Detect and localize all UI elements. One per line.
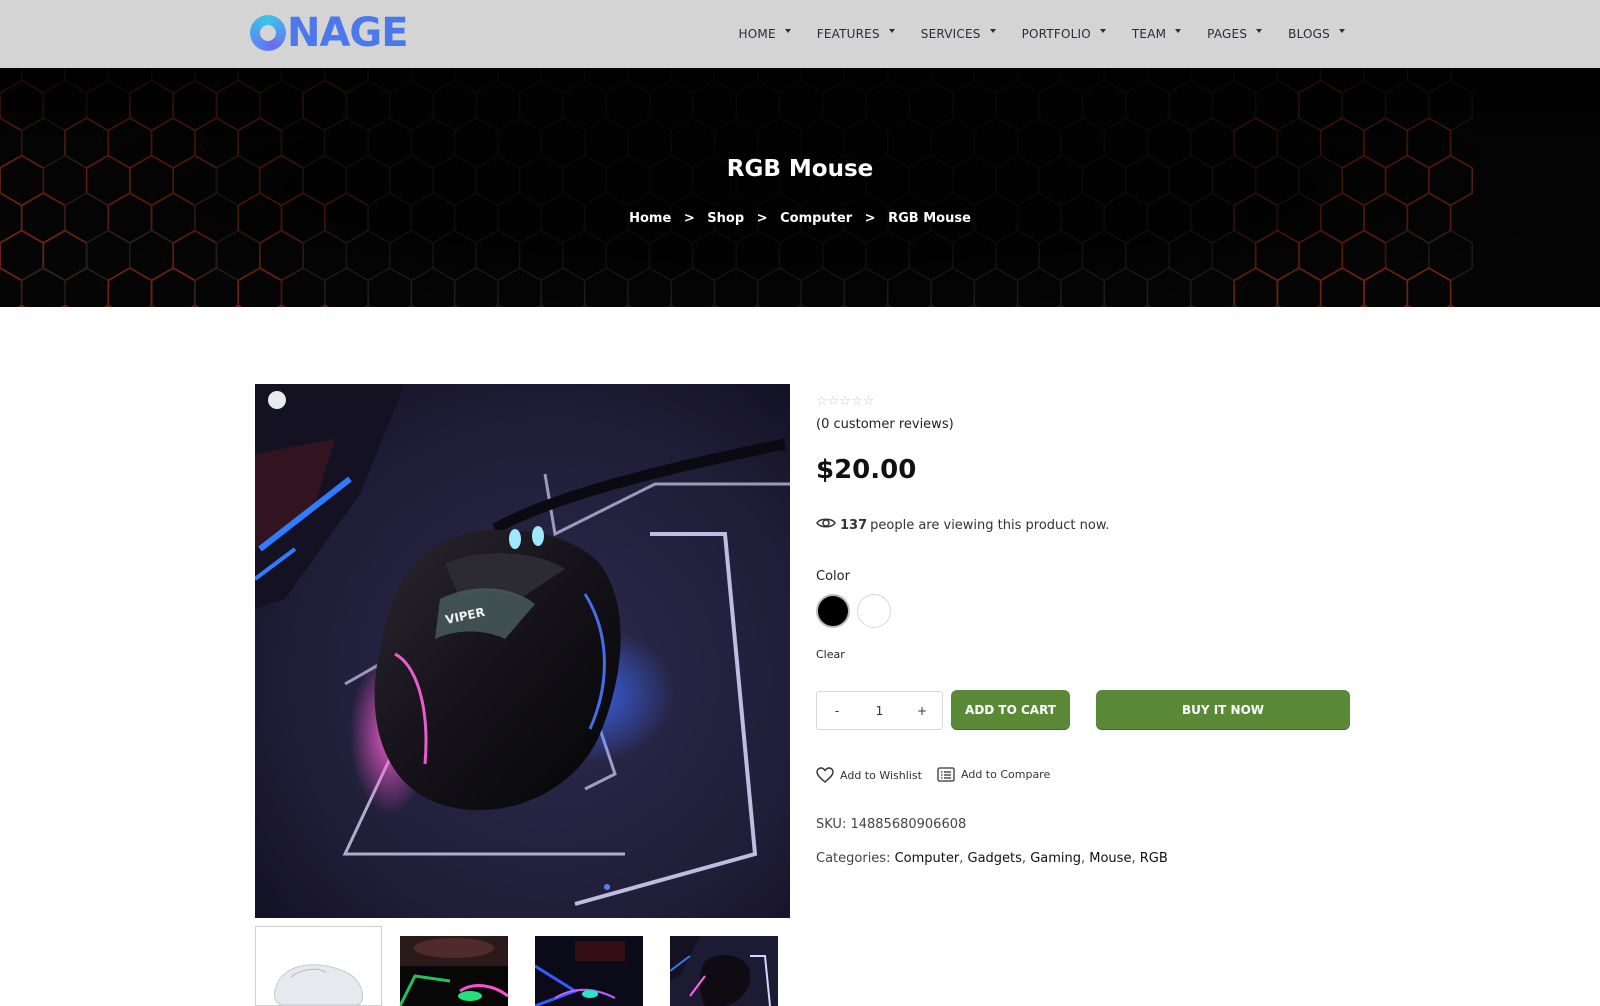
breadcrumb-current: RGB Mouse (888, 211, 971, 226)
page-title: RGB Mouse (0, 156, 1600, 182)
nav-item-portfolio[interactable]: PORTFOLIO (1022, 27, 1106, 41)
nav-item-team[interactable]: TEAM (1132, 27, 1181, 41)
product-categories: Categories: Computer, Gadgets, Gaming, M… (816, 851, 1168, 866)
nav-item-label: TEAM (1132, 27, 1166, 41)
breadcrumb-separator: > (757, 211, 768, 226)
quantity-decrease-button[interactable]: - (817, 704, 857, 718)
quantity-stepper: - 1 + (816, 691, 943, 730)
product-main-image[interactable]: VIPER (255, 384, 790, 918)
nav-item-pages[interactable]: PAGES (1207, 27, 1262, 41)
nav-item-label: PORTFOLIO (1022, 27, 1091, 41)
color-swatch-black[interactable] (816, 594, 850, 628)
breadcrumb-computer[interactable]: Computer (780, 211, 852, 226)
color-label: Color (816, 569, 850, 584)
caret-down-icon (1339, 29, 1345, 33)
rgb-desk-thumb (535, 936, 643, 1006)
viewing-notice: 137 people are viewing this product now. (816, 516, 1109, 534)
white-mouse-thumb (256, 927, 381, 1005)
product-sku: SKU: 14885680906608 (816, 817, 966, 832)
compare-list-icon (937, 767, 955, 782)
add-to-cart-button[interactable]: ADD TO CART (951, 690, 1070, 729)
category-link-gaming[interactable]: Gaming (1030, 851, 1081, 866)
logo-ring-icon (250, 15, 286, 51)
nav-item-label: BLOGS (1288, 27, 1330, 41)
caret-down-icon (1256, 29, 1262, 33)
sku-label: SKU: (816, 817, 846, 832)
heart-icon (816, 767, 834, 783)
product-price: $20.00 (816, 455, 916, 485)
nav-item-label: FEATURES (817, 27, 880, 41)
add-to-wishlist-link[interactable]: Add to Wishlist (816, 767, 922, 783)
buy-it-now-button[interactable]: BUY IT NOW (1096, 690, 1350, 729)
product-thumbnails (255, 926, 790, 1000)
color-swatch-white[interactable] (857, 594, 891, 628)
caret-down-icon (1175, 29, 1181, 33)
caret-down-icon (889, 29, 895, 33)
nav-item-home[interactable]: HOME (739, 27, 791, 41)
wishlist-label: Add to Wishlist (840, 769, 922, 782)
thumbnail-gaming-mouse[interactable] (670, 936, 778, 1006)
page-banner: RGB Mouse Home > Shop > Computer > RGB M… (0, 68, 1600, 307)
caret-down-icon (1100, 29, 1106, 33)
thumbnail-rgb-desk[interactable] (535, 936, 643, 1006)
nav-item-label: SERVICES (921, 27, 981, 41)
nav-item-label: HOME (739, 27, 776, 41)
breadcrumb-separator: > (684, 211, 695, 226)
categories-label: Categories: (816, 851, 890, 866)
quantity-increase-button[interactable]: + (902, 704, 942, 718)
viewing-text: people are viewing this product now. (870, 518, 1109, 533)
clear-selection-link[interactable]: Clear (816, 648, 845, 661)
category-link-computer[interactable]: Computer (895, 851, 960, 866)
compare-label: Add to Compare (961, 768, 1050, 781)
breadcrumb-shop[interactable]: Shop (707, 211, 744, 226)
caret-down-icon (990, 29, 996, 33)
nav-item-services[interactable]: SERVICES (921, 27, 996, 41)
rgb-keyboard-thumb (400, 936, 508, 1006)
rating-stars: ☆☆☆☆☆ (816, 394, 874, 409)
category-link-gadgets[interactable]: Gadgets (968, 851, 1022, 866)
thumbnail-rgb-keyboard[interactable] (400, 936, 508, 1006)
nav-item-label: PAGES (1207, 27, 1247, 41)
eye-icon (816, 516, 836, 534)
nav-item-blogs[interactable]: BLOGS (1288, 27, 1345, 41)
viewing-count: 137 (840, 518, 867, 533)
nav-item-features[interactable]: FEATURES (817, 27, 895, 41)
main-nav: HOME FEATURES SERVICES PORTFOLIO TEAM PA… (713, 0, 1345, 68)
banner-vignette (0, 68, 1600, 307)
logo-text: NAGE (287, 10, 408, 56)
breadcrumb-separator: > (865, 211, 876, 226)
customer-reviews-link[interactable]: (0 customer reviews) (816, 417, 954, 432)
add-to-compare-link[interactable]: Add to Compare (937, 767, 1050, 782)
category-link-rgb[interactable]: RGB (1140, 851, 1168, 866)
site-header: NAGE HOME FEATURES SERVICES PORTFOLIO TE… (0, 0, 1600, 68)
breadcrumb-home[interactable]: Home (629, 211, 671, 226)
site-logo[interactable]: NAGE (250, 10, 408, 56)
quantity-input[interactable]: 1 (857, 704, 902, 718)
sku-value: 14885680906608 (850, 817, 966, 832)
breadcrumb: Home > Shop > Computer > RGB Mouse (0, 211, 1600, 226)
gaming-mouse-photo: VIPER (255, 384, 790, 918)
thumbnail-white-mouse[interactable] (255, 926, 382, 1006)
category-link-mouse[interactable]: Mouse (1089, 851, 1131, 866)
gaming-mouse-thumb (670, 936, 778, 1006)
caret-down-icon (785, 29, 791, 33)
